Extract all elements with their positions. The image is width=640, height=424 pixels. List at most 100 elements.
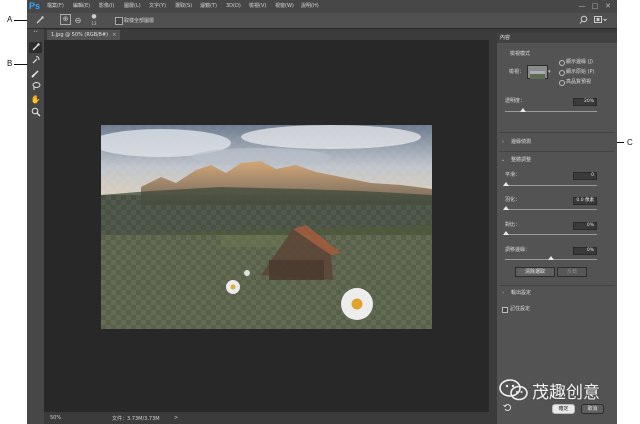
callout-a-line	[14, 20, 28, 21]
menu-select[interactable]: 選取(S)	[175, 2, 192, 10]
wechat-logo-icon	[499, 379, 529, 405]
document-tab[interactable]: 1.jpg @ 50% (RGB/8#) ×	[47, 30, 121, 40]
watermark-text: 茂趣创意	[532, 383, 600, 403]
brush-size-value: 13	[91, 21, 97, 26]
show-original-label: 顯示原始 (P)	[566, 69, 595, 75]
menu-edit[interactable]: 編輯(E)	[73, 2, 90, 10]
document-tab-close-icon[interactable]: ×	[112, 32, 116, 38]
menu-help[interactable]: 說明(H)	[301, 2, 319, 10]
smooth-slider-thumb[interactable]	[503, 182, 509, 186]
panel-header: 內容	[497, 33, 617, 43]
status-bar: 50% 文件：3.73M/3.73M >	[44, 412, 489, 424]
shift-edge-input[interactable]: 0%	[573, 247, 597, 255]
view-label: 檢視：	[509, 69, 525, 75]
show-edge-radio[interactable]	[559, 60, 565, 66]
contrast-slider-track[interactable]	[505, 234, 597, 235]
menu-bar: Ps 檔案(F) 編輯(E) 影像(I) 圖層(L) 文字(Y) 選取(S) 濾…	[27, 0, 617, 13]
remember-settings-label: 記住設定	[510, 306, 531, 312]
ok-button[interactable]: 確定	[552, 404, 575, 414]
sample-all-layers-label: 取樣全部圖層	[124, 18, 155, 24]
menu-view[interactable]: 檢視(V)	[249, 2, 266, 10]
landscape-photo	[101, 125, 432, 329]
feather-input[interactable]: 0.0 像素	[573, 197, 597, 205]
feather-slider-track[interactable]	[505, 209, 597, 210]
global-refinements-chevron-icon[interactable]: ⌄	[501, 157, 505, 163]
subtract-from-selection-icon[interactable]: ⊖	[73, 15, 83, 26]
panel-title[interactable]: 內容	[500, 34, 510, 41]
brush-picker-icon[interactable]: ●	[89, 13, 99, 21]
view-mode-dropdown-icon[interactable]: ▾	[548, 69, 551, 75]
zoom-level[interactable]: 50%	[50, 415, 61, 421]
opacity-label: 透明度：	[505, 98, 526, 104]
panel-divider	[499, 132, 615, 133]
callout-a-label: A	[7, 15, 13, 24]
contrast-slider-thumb[interactable]	[503, 231, 509, 235]
quick-selection-brush-icon[interactable]	[34, 15, 46, 28]
edge-detection-label[interactable]: 邊緣偵測	[511, 139, 531, 146]
contrast-label: 對比：	[505, 222, 521, 228]
clear-selection-button[interactable]: 清除選取	[515, 267, 555, 277]
options-bar: ⊕ ⊖ ● 13 取樣全部圖層	[27, 13, 617, 29]
edge-detection-chevron-icon[interactable]: ›	[502, 139, 504, 145]
photoshop-logo: Ps	[29, 1, 41, 11]
menu-image[interactable]: 影像(I)	[99, 2, 114, 10]
sample-all-layers-checkbox[interactable]	[115, 17, 123, 25]
high-quality-preview-label: 高品質預視	[566, 79, 592, 85]
maximize-button[interactable]: □	[590, 1, 600, 11]
show-edge-label: 顯示邊緣 (J)	[566, 59, 593, 65]
menu-filter[interactable]: 濾鏡(T)	[200, 2, 217, 10]
opacity-input[interactable]: 20%	[573, 98, 597, 106]
photoshop-window: Ps 檔案(F) 編輯(E) 影像(I) 圖層(L) 文字(Y) 選取(S) 濾…	[27, 0, 617, 424]
view-mode-heading: 檢視模式	[510, 51, 531, 57]
remember-settings-checkbox[interactable]	[502, 307, 508, 313]
workspace-switcher-icon[interactable]	[593, 15, 607, 27]
image-canvas[interactable]	[101, 125, 432, 329]
search-icon[interactable]	[578, 15, 588, 27]
feather-label: 羽化：	[505, 197, 521, 203]
output-settings-label[interactable]: 輸出設定	[511, 290, 531, 297]
tools-panel: •• ✋	[27, 29, 44, 424]
document-tab-bar: 1.jpg @ 50% (RGB/8#) ×	[44, 29, 489, 40]
contrast-input[interactable]: 0%	[573, 222, 597, 230]
minimize-button[interactable]: —	[577, 1, 587, 11]
callout-b-label: B	[7, 59, 13, 68]
smooth-label: 平滑：	[505, 172, 521, 178]
document-tab-title: 1.jpg @ 50% (RGB/8#)	[51, 32, 109, 38]
brush-tool-icon[interactable]	[29, 68, 42, 79]
high-quality-preview-radio[interactable]	[559, 80, 565, 86]
smooth-slider-track[interactable]	[505, 185, 597, 186]
feather-slider-thumb[interactable]	[503, 206, 509, 210]
lasso-tool-icon[interactable]	[29, 81, 42, 92]
shift-edge-label: 調移邊緣：	[505, 247, 531, 253]
shift-edge-slider-thumb[interactable]	[548, 256, 554, 260]
panel-divider	[499, 151, 615, 152]
status-expand-arrow[interactable]: >	[174, 415, 178, 421]
properties-panel: 內容 檢視模式 檢視： ▾ 顯示邊緣 (J) 顯示原始 (P) 高品質預視 透明…	[497, 33, 617, 424]
opacity-slider-thumb[interactable]	[520, 108, 526, 112]
cancel-button[interactable]: 取消	[581, 404, 604, 414]
callout-c-label: C	[627, 138, 633, 147]
zoom-tool-icon[interactable]	[29, 107, 42, 118]
callout-b-line	[14, 64, 28, 65]
refine-edge-brush-tool-icon[interactable]	[29, 55, 42, 66]
invert-button[interactable]: 反轉	[557, 267, 587, 277]
document-size: 文件：3.73M/3.73M	[112, 416, 160, 422]
menu-window[interactable]: 視窗(W)	[275, 2, 294, 10]
menu-layer[interactable]: 圖層(L)	[124, 2, 141, 10]
show-original-radio[interactable]	[559, 70, 565, 76]
output-settings-chevron-icon[interactable]: ›	[502, 290, 504, 296]
menu-3d[interactable]: 3D(D)	[226, 2, 241, 10]
document-area: 1.jpg @ 50% (RGB/8#) × 50% 文件：3.73M/3.73…	[44, 29, 489, 424]
menu-file[interactable]: 檔案(F)	[47, 2, 64, 10]
hand-tool-icon[interactable]: ✋	[29, 94, 42, 105]
add-to-selection-icon[interactable]: ⊕	[60, 14, 71, 25]
quick-selection-tool-icon[interactable]	[29, 42, 42, 53]
view-mode-thumbnail[interactable]	[527, 65, 548, 79]
panel-divider	[499, 285, 615, 286]
smooth-input[interactable]: 0	[573, 172, 597, 180]
toolbar-grip-icon[interactable]: ••	[29, 30, 42, 34]
global-refinements-label[interactable]: 整體調整	[511, 157, 531, 164]
close-button[interactable]: ✕	[603, 1, 613, 11]
menu-type[interactable]: 文字(Y)	[149, 2, 166, 10]
opacity-slider-track[interactable]	[505, 111, 597, 112]
